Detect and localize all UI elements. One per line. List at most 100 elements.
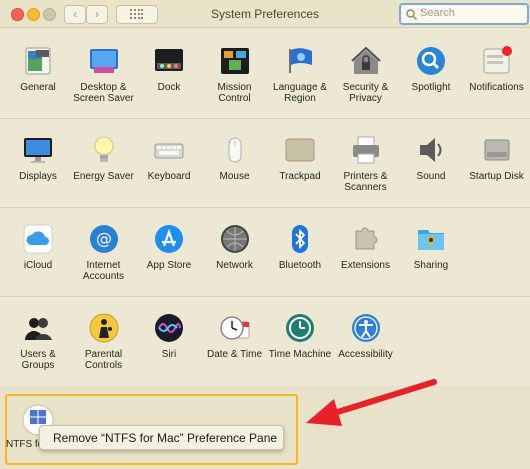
pref-pane-trackpad[interactable]: Trackpad [267, 134, 333, 182]
pref-pane-label: Language & Region [273, 82, 327, 104]
pref-pane-sharing[interactable]: Sharing [398, 223, 464, 271]
pref-pane-users-groups[interactable]: Users & Groups [5, 312, 71, 371]
mission-control-icon [219, 45, 251, 77]
pref-pane-label: Mouse [219, 171, 250, 182]
pref-pane-bluetooth[interactable]: Bluetooth [267, 223, 333, 271]
globe-icon [219, 223, 251, 255]
mouse-icon [219, 134, 251, 166]
preferences-row: Users & Groups Parental Controls Siri Date … [0, 296, 530, 385]
at-sign-icon: @ [88, 223, 120, 255]
disk-icon [481, 134, 513, 166]
puzzle-icon [350, 223, 382, 255]
pref-pane-startup-disk[interactable]: Startup Disk [464, 134, 530, 182]
pref-pane-label: Trackpad [279, 171, 321, 182]
pref-pane-extensions[interactable]: Extensions [333, 223, 399, 271]
bluetooth-icon [284, 223, 316, 255]
pref-pane-label: Displays [19, 171, 57, 182]
system-preferences-window: ‹ › System Preferences Search General Des… [0, 0, 530, 469]
lightbulb-icon [88, 134, 120, 166]
pref-pane-label: Security & Privacy [342, 82, 389, 104]
accessibility-icon [350, 312, 382, 344]
clock-calendar-icon [219, 312, 251, 344]
pref-pane-label: Sound [416, 171, 446, 182]
pref-pane-desktop-screen-saver[interactable]: Desktop & Screen Saver [71, 45, 137, 104]
general-icon [22, 45, 54, 77]
monitor-icon [22, 134, 54, 166]
parental-icon [88, 312, 120, 344]
pref-pane-time-machine[interactable]: Time Machine [267, 312, 333, 360]
pref-pane-label: Startup Disk [469, 171, 524, 182]
siri-icon [153, 312, 185, 344]
trackpad-icon [284, 134, 316, 166]
pref-pane-parental-controls[interactable]: Parental Controls [71, 312, 137, 371]
red-arrow-annotation [306, 379, 437, 426]
printer-icon [350, 134, 382, 166]
preferences-row: General Desktop & Screen Saver Dock Mission… [0, 29, 530, 119]
pref-pane-dock[interactable]: Dock [136, 45, 202, 93]
context-menu: Remove “NTFS for Mac” Preference Pane [39, 425, 284, 450]
pref-pane-label: Mission Control [217, 82, 252, 104]
pref-pane-displays[interactable]: Displays [5, 134, 71, 182]
pref-pane-accessibility[interactable]: Accessibility [333, 312, 399, 360]
svg-text:@: @ [96, 229, 112, 248]
pref-pane-label: Energy Saver [73, 171, 134, 182]
pref-pane-label: Desktop & Screen Saver [73, 82, 134, 104]
magnifier-icon [415, 45, 447, 77]
cloud-icon [22, 223, 54, 255]
pref-pane-label: Time Machine [268, 349, 332, 360]
keyboard-icon [153, 134, 185, 166]
search-icon [406, 9, 417, 20]
app-store-icon [153, 223, 185, 255]
time-machine-icon [284, 312, 316, 344]
pref-pane-label: Sharing [413, 260, 449, 271]
dock-icon [153, 45, 185, 77]
pref-pane-label: Siri [161, 349, 177, 360]
pref-pane-label: Spotlight [411, 82, 451, 93]
pref-pane-mission-control[interactable]: Mission Control [202, 45, 268, 104]
pref-pane-language-region[interactable]: Language & Region [267, 45, 333, 104]
users-icon [22, 312, 54, 344]
search-placeholder: Search [420, 7, 455, 19]
pref-pane-label: Network [216, 260, 253, 271]
pref-pane-label: Accessibility [338, 349, 393, 360]
pref-pane-app-store[interactable]: App Store [136, 223, 202, 271]
folder-share-icon [415, 223, 447, 255]
remove-preference-pane-menu-item[interactable]: Remove “NTFS for Mac” Preference Pane [53, 431, 277, 445]
pref-pane-label: Dock [157, 82, 181, 93]
search-field[interactable]: Search [399, 3, 529, 25]
pref-pane-internet-accounts[interactable]: @ Internet Accounts [71, 223, 137, 282]
flag-icon [284, 45, 316, 77]
pref-pane-network[interactable]: Network [202, 223, 268, 271]
pref-pane-security-privacy[interactable]: Security & Privacy [333, 45, 399, 104]
pref-pane-label: App Store [146, 260, 192, 271]
title-bar: ‹ › System Preferences Search [0, 0, 530, 28]
pref-pane-date-time[interactable]: Date & Time [202, 312, 268, 360]
pref-pane-sound[interactable]: Sound [398, 134, 464, 182]
pref-pane-icloud[interactable]: iCloud [5, 223, 71, 271]
pref-pane-notifications[interactable]: Notifications [464, 45, 530, 93]
preferences-row: Displays Energy Saver Keyboard Mouse Trackpa… [0, 118, 530, 208]
pref-pane-energy-saver[interactable]: Energy Saver [71, 134, 137, 182]
pref-pane-label: Parental Controls [84, 349, 123, 371]
pref-pane-label: Keyboard [147, 171, 191, 182]
pref-pane-keyboard[interactable]: Keyboard [136, 134, 202, 182]
pref-pane-siri[interactable]: Siri [136, 312, 202, 360]
notifications-icon [481, 45, 513, 77]
pref-pane-printers-scanners[interactable]: Printers & Scanners [333, 134, 399, 193]
pref-pane-label: Users & Groups [20, 349, 56, 371]
pref-pane-spotlight[interactable]: Spotlight [398, 45, 464, 93]
pref-pane-label: iCloud [23, 260, 53, 271]
pref-pane-label: General [20, 82, 56, 93]
house-lock-icon [350, 45, 382, 77]
pref-pane-label: Extensions [341, 260, 390, 271]
pref-pane-label: Bluetooth [278, 260, 322, 271]
preferences-row: iCloud @ Internet Accounts App Store Network… [0, 207, 530, 297]
pref-pane-label: Internet Accounts [82, 260, 125, 282]
pref-pane-general[interactable]: General [5, 45, 71, 93]
pref-pane-label: Notifications [469, 82, 524, 93]
pref-pane-label: Printers & Scanners [343, 171, 388, 193]
speaker-icon [415, 134, 447, 166]
pref-pane-mouse[interactable]: Mouse [202, 134, 268, 182]
pref-pane-label: Date & Time [206, 349, 263, 360]
desktop-icon [88, 45, 120, 77]
